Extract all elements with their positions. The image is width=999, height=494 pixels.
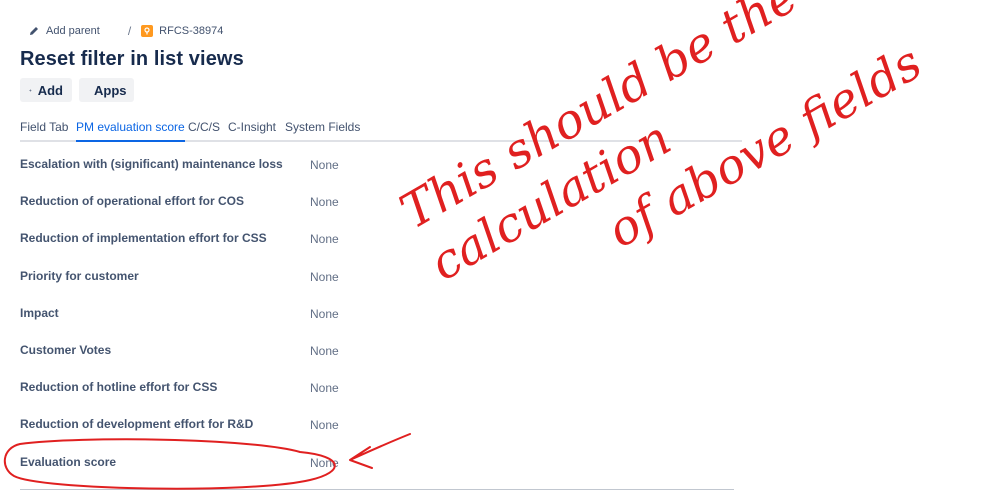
field-value[interactable]: None [310,381,339,395]
field-row: Customer Votes None [20,343,360,363]
field-value[interactable]: None [310,158,339,172]
field-row: Reduction of operational effort for COS … [20,194,360,214]
tab-pm-evaluation-score[interactable]: PM evaluation score [76,118,185,142]
apps-button[interactable]: Apps [79,78,134,102]
tab-ccs[interactable]: C/C/S [188,118,220,140]
field-label: Customer Votes [20,343,112,357]
field-label: Reduction of hotline effort for CSS [20,380,218,394]
field-value[interactable]: None [310,418,339,432]
field-label: Reduction of development effort for R&D [20,417,254,431]
field-label: Priority for customer [20,269,139,283]
field-label: Evaluation score [20,455,117,469]
field-value[interactable]: None [310,456,339,470]
add-button[interactable]: Add [20,78,72,102]
breadcrumb: Add parent / RFCS-38974 [28,22,223,40]
add-button-label: Add [37,82,63,98]
annotation-handwriting: This should be the calculation of above … [390,0,999,346]
pencil-icon [28,25,40,37]
field-label: Escalation with (significant) maintenanc… [20,157,283,171]
breadcrumb-separator: / [127,24,132,38]
add-parent-link[interactable]: Add parent [28,25,100,37]
field-value[interactable]: None [310,232,339,246]
field-row: Reduction of hotline effort for CSS None [20,380,360,400]
apps-button-label: Apps [94,82,127,98]
field-row: Impact None [20,306,360,326]
field-row: Escalation with (significant) maintenanc… [20,157,360,177]
field-label: Reduction of operational effort for COS [20,194,244,208]
ticket-link[interactable]: RFCS-38974 [141,25,223,37]
ticket-key: RFCS-38974 [159,25,224,37]
field-value[interactable]: None [310,270,339,284]
field-value[interactable]: None [310,195,339,209]
ticket-icon [141,25,154,37]
tab-c-insight[interactable]: C-Insight [228,118,276,140]
tab-field-tab[interactable]: Field Tab [20,118,68,140]
field-value[interactable]: None [310,344,339,358]
field-value[interactable]: None [310,307,339,321]
field-row: Reduction of development effort for R&D … [20,417,360,437]
tab-system-fields[interactable]: System Fields [285,118,360,140]
field-label: Reduction of implementation effort for C… [20,231,267,245]
page-title: Reset filter in list views [20,48,244,70]
add-parent-label: Add parent [46,25,100,37]
field-label: Impact [20,306,59,320]
field-row-evaluation-score: Evaluation score None [20,455,360,475]
divider [20,489,734,490]
field-row: Reduction of implementation effort for C… [20,231,360,251]
field-row: Priority for customer None [20,269,360,289]
plus-icon [29,88,32,92]
